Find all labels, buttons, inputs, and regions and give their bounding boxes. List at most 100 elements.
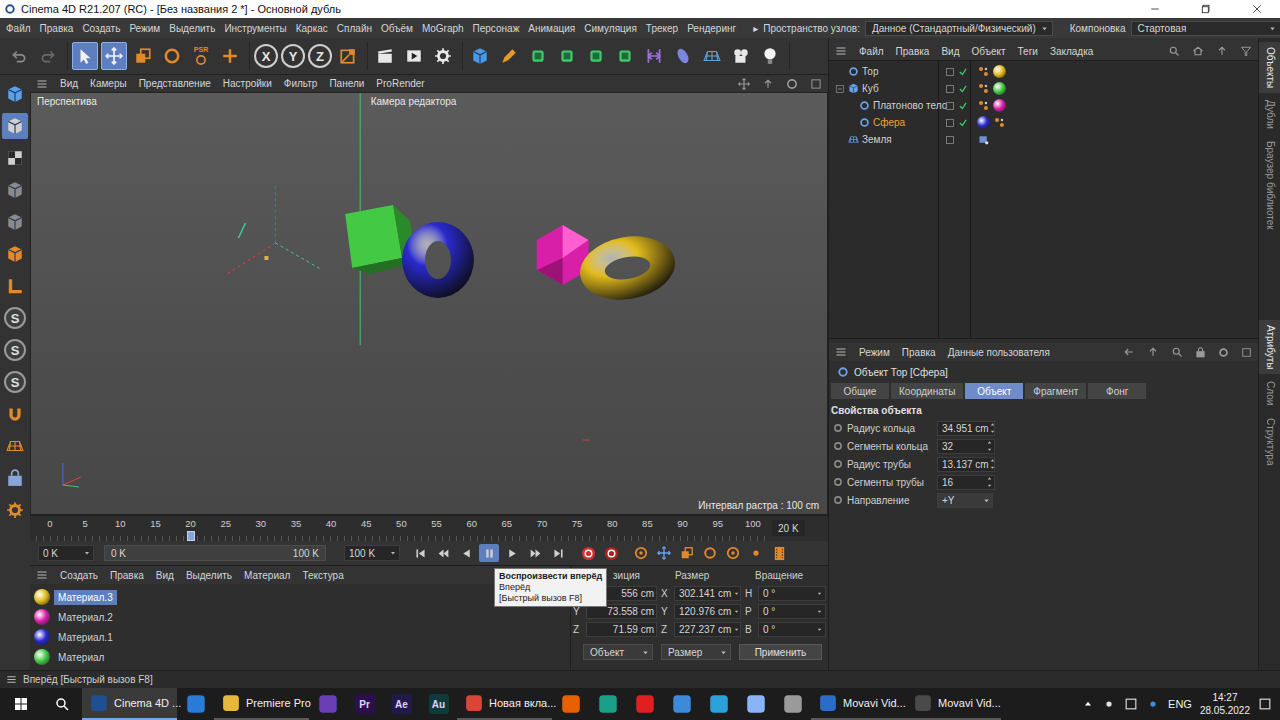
play-button[interactable]: [401, 42, 427, 70]
viewport-menu-item[interactable]: Фильтр: [284, 78, 318, 89]
mode-tool-button[interactable]: [130, 42, 156, 70]
mode-palette-button[interactable]: [2, 145, 28, 171]
position-field[interactable]: 71.59 cm: [586, 622, 657, 637]
mode-palette-button[interactable]: [2, 81, 28, 107]
menu-item[interactable]: Файл: [6, 23, 31, 34]
preview-range-slider[interactable]: 0 K100 K: [104, 545, 326, 561]
attribute-field[interactable]: 13.137 cm: [937, 457, 995, 472]
size-mode-select[interactable]: Размер: [661, 644, 731, 660]
node-space-arrow[interactable]: ▸: [753, 23, 758, 34]
taskbar-icon[interactable]: [309, 688, 346, 720]
material-menu-item[interactable]: Вид: [156, 570, 174, 581]
attribute-field[interactable]: 16: [937, 475, 995, 490]
menu-item[interactable]: Рендеринг: [687, 23, 736, 34]
nextkey-button[interactable]: [525, 544, 545, 562]
mode-palette-button[interactable]: [2, 113, 28, 139]
attribute-menu-item[interactable]: Режим: [859, 347, 890, 358]
mode-palette-button[interactable]: [2, 241, 28, 267]
taskbar-app[interactable]: Новая вкла...: [457, 688, 552, 720]
object-row[interactable]: Тор: [829, 63, 938, 80]
attribute-tab[interactable]: Фонг: [1088, 383, 1146, 399]
clap-button[interactable]: [372, 42, 398, 70]
snap-tool-button[interactable]: S: [2, 305, 28, 331]
taskbar-icon[interactable]: [177, 688, 214, 720]
material-item[interactable]: Материал: [30, 647, 570, 667]
object-row[interactable]: Куб: [829, 80, 938, 97]
viewport[interactable]: ПерспективаКамера редактораИнтервал раст…: [30, 92, 828, 515]
pen-button[interactable]: [496, 42, 522, 70]
gear-button[interactable]: [430, 42, 456, 70]
start-frame-field[interactable]: 0 K: [38, 545, 94, 561]
material-menu-item[interactable]: Материал: [244, 570, 290, 581]
side-tab[interactable]: Браузер библиотек: [1259, 136, 1280, 235]
menu-item[interactable]: MoGraph: [422, 23, 464, 34]
camera-button[interactable]: [728, 42, 754, 70]
rotation-field[interactable]: 0 °: [758, 604, 826, 619]
menu-item[interactable]: Режим: [129, 23, 160, 34]
menu-item[interactable]: Инструменты: [224, 23, 286, 34]
key-filter-button[interactable]: [654, 544, 674, 562]
minimize-button[interactable]: [1132, 0, 1178, 18]
torus-object[interactable]: [402, 222, 474, 298]
size-field[interactable]: 302.141 cm: [674, 586, 741, 601]
menu-item[interactable]: Персонаж: [473, 23, 520, 34]
key-filter-button[interactable]: [700, 544, 720, 562]
coordinate-mode-select[interactable]: Объект: [583, 644, 653, 660]
attribute-select[interactable]: +Y: [937, 493, 993, 508]
side-tab[interactable]: Объекты: [1259, 42, 1280, 93]
material-menu-item[interactable]: Правка: [110, 570, 144, 581]
menu-item[interactable]: Создать: [82, 23, 120, 34]
material-menu-item[interactable]: Создать: [60, 570, 98, 581]
side-tab[interactable]: Дубли: [1259, 95, 1280, 134]
rotation-field[interactable]: 0 °: [758, 586, 826, 601]
shape-button[interactable]: [554, 42, 580, 70]
playhead[interactable]: [187, 531, 195, 541]
axis-lock-button[interactable]: Z: [308, 44, 332, 68]
cube-button[interactable]: [467, 42, 493, 70]
mode-tool-button[interactable]: [101, 42, 127, 70]
mode-palette-button[interactable]: [2, 273, 28, 299]
material-item[interactable]: Материал.3: [30, 587, 570, 607]
last-button[interactable]: [548, 544, 568, 562]
first-button[interactable]: [410, 544, 430, 562]
object-menu-item[interactable]: Файл: [859, 46, 884, 57]
viewport-menu-item[interactable]: Камеры: [90, 78, 127, 89]
shape-button[interactable]: [525, 42, 551, 70]
taskbar-app[interactable]: Cinema 4D ...: [82, 688, 177, 720]
redo-button[interactable]: [35, 42, 61, 70]
taskbar-app[interactable]: Movavi Vid...: [906, 688, 1001, 720]
record-button[interactable]: [578, 544, 598, 562]
side-tab[interactable]: Атрибуты: [1259, 320, 1280, 374]
shape-button[interactable]: [583, 42, 609, 70]
taskbar-icon[interactable]: Pr: [346, 688, 383, 720]
mode-palette-button[interactable]: [2, 465, 28, 491]
attribute-field[interactable]: 34.951 cm: [937, 421, 995, 436]
attribute-menu-item[interactable]: Данные пользователя: [948, 347, 1050, 358]
menu-item[interactable]: Симуляция: [584, 23, 637, 34]
input-language[interactable]: ENG: [1168, 698, 1192, 710]
object-menu-item[interactable]: Объект: [971, 46, 1005, 57]
taskbar-icon[interactable]: Au: [420, 688, 457, 720]
object-row[interactable]: Сфера: [829, 114, 938, 131]
viewport-menu-item[interactable]: Панели: [329, 78, 364, 89]
pause-button[interactable]: [479, 544, 499, 562]
floor-button[interactable]: [699, 42, 725, 70]
material-tag[interactable]: [993, 65, 1006, 78]
material-menu-item[interactable]: Выделить: [186, 570, 232, 581]
psr-button[interactable]: PSR: [188, 42, 214, 70]
taskbar-icon[interactable]: [626, 688, 663, 720]
fwd-button[interactable]: [502, 544, 522, 562]
menu-item[interactable]: Правка: [40, 23, 74, 34]
object-menu-item[interactable]: Вид: [941, 46, 959, 57]
axis-lock-button[interactable]: Y: [281, 44, 305, 68]
size-field[interactable]: 227.237 cm: [674, 622, 741, 637]
undo-button[interactable]: [6, 42, 32, 70]
menu-item[interactable]: Каркас: [296, 23, 328, 34]
end-frame-field[interactable]: 100 K: [344, 545, 400, 561]
taskbar-icon[interactable]: Ae: [383, 688, 420, 720]
object-menu-item[interactable]: Теги: [1018, 46, 1038, 57]
taskbar-icon[interactable]: [663, 688, 700, 720]
search-button[interactable]: [42, 688, 82, 720]
size-field[interactable]: 120.976 cm: [674, 604, 741, 619]
mode-palette-button[interactable]: [2, 209, 28, 235]
